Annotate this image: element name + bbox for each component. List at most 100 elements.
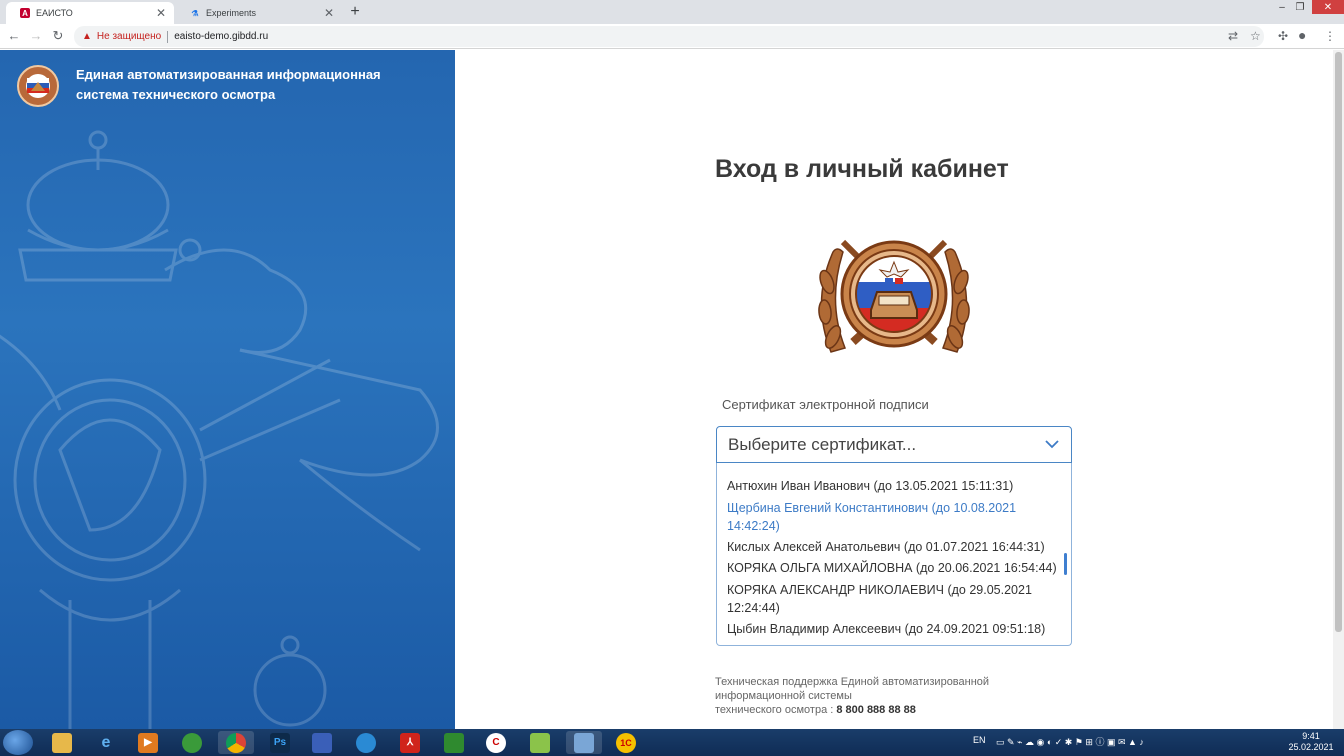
media-taskbar-button[interactable]: ▶ (130, 731, 166, 754)
back-icon[interactable]: ← (6, 28, 22, 43)
extensions-icon[interactable]: ✣ (1278, 29, 1288, 43)
tab-title: ЕАИСТО (36, 8, 73, 18)
cert-label: Сертификат электронной подписи (722, 397, 929, 412)
support-line2: информационной системы (715, 690, 852, 702)
network-app-icon (574, 732, 594, 753)
chrome-icon (226, 732, 246, 753)
option-text: Кислых Алексей Анатольевич (до 01.07.202… (727, 540, 1045, 554)
system-title-line2: система технического осмотра (76, 87, 276, 102)
support-phone[interactable]: 8 800 888 88 88 (836, 704, 916, 716)
login-panel: Вход в личный кабинет Сертификат электро… (455, 50, 1333, 729)
translate-icon[interactable]: ⇄ (1228, 29, 1238, 43)
system-title-line1: Единая автоматизированная информационная (76, 67, 381, 82)
floppy-disk-icon (312, 732, 332, 753)
folder-icon (52, 732, 72, 753)
app-taskbar-button[interactable] (174, 731, 210, 754)
sidebar-panel: Единая автоматизированная информационная… (0, 50, 455, 729)
explorer-taskbar-button[interactable] (44, 731, 80, 754)
page-title: Вход в личный кабинет (715, 155, 1009, 183)
save-taskbar-button[interactable] (304, 731, 340, 754)
network-taskbar-button[interactable] (566, 731, 602, 754)
list-item[interactable]: Цыбин Владимир Алексеевич (до 24.09.2021… (727, 620, 1062, 638)
certificate-select[interactable]: Выберите сертификат... (716, 426, 1072, 463)
clipped-option-remnant: ‒ ‒ ‒ ‒ (727, 463, 1057, 467)
photoshop-icon: Ps (270, 732, 290, 753)
windows-taskbar: e ▶ Ps ⅄ C 1C EN ▭ ✎ ⌁ ☁ ◉ ◐ ✓ ✱ ⚑ ⊞ ⓘ ▣… (0, 729, 1344, 756)
ccleaner-taskbar-button[interactable]: C (478, 731, 514, 754)
option-text-cont: 14:42:24) (727, 519, 780, 533)
option-text: КОРЯКА АЛЕКСАНДР НИКОЛАЕВИЧ (до 29.05.20… (727, 583, 1032, 597)
experiments-favicon-icon: ⚗ (191, 8, 199, 18)
support-label: технического осмотра : (715, 704, 837, 716)
system-clock[interactable]: 9:41 25.02.2021 (1288, 731, 1334, 753)
scrollbar-thumb[interactable] (1335, 52, 1342, 632)
archive-taskbar-button[interactable] (436, 731, 472, 754)
dropdown-scrollbar[interactable] (1064, 553, 1067, 575)
profile-avatar-icon[interactable]: ● (1298, 27, 1306, 43)
tab-eaisto[interactable]: A ЕАИСТО ✕ (6, 2, 174, 24)
chat-icon (356, 732, 376, 753)
chart-taskbar-button[interactable] (522, 731, 558, 754)
language-indicator[interactable]: EN (973, 735, 986, 745)
support-line1: Техническая поддержка Единой автоматизир… (715, 676, 990, 688)
clock-date: 25.02.2021 (1288, 742, 1334, 752)
list-item[interactable]: Антюхин Иван Иванович (до 13.05.2021 15:… (727, 477, 1062, 495)
tray-icons[interactable]: ▭ ✎ ⌁ ☁ ◉ ◐ ✓ ✱ ⚑ ⊞ ⓘ ▣ ✉ ▲ ♪ (996, 735, 1144, 748)
1c-enterprise-icon: 1C (616, 732, 636, 753)
photoshop-taskbar-button[interactable]: Ps (262, 731, 298, 754)
chart-app-icon (530, 732, 550, 753)
warning-icon: ▲ (82, 31, 92, 42)
address-bar[interactable]: ▲ Не защищено eaisto-demo.gibdd.ru (74, 26, 1264, 47)
start-button[interactable] (3, 730, 33, 755)
pdf-taskbar-button[interactable]: ⅄ (392, 731, 428, 754)
url-text[interactable]: eaisto-demo.gibdd.ru (174, 31, 268, 42)
cleaner-icon: C (486, 732, 506, 753)
close-tab-icon[interactable]: ✕ (324, 6, 334, 20)
close-tab-icon[interactable]: ✕ (156, 6, 166, 20)
system-title: Единая автоматизированная информационная… (76, 65, 436, 105)
angular-favicon-icon: A (20, 8, 30, 18)
green-app-icon (182, 732, 202, 753)
select-placeholder: Выберите сертификат... (728, 434, 917, 454)
clock-time: 9:41 (1302, 731, 1320, 741)
new-tab-button[interactable]: + (345, 3, 365, 21)
traffic-police-badge-icon (818, 239, 970, 353)
support-info: Техническая поддержка Единой автоматизир… (715, 675, 1035, 717)
security-status[interactable]: Не защищено (97, 31, 161, 42)
archive-icon (444, 732, 464, 753)
list-item-highlighted[interactable]: Щербина Евгений Константинович (до 10.08… (727, 499, 1062, 535)
list-item[interactable]: КОРЯКА ОЛЬГА МИХАЙЛОВНА (до 20.06.2021 1… (727, 559, 1062, 577)
messenger-taskbar-button[interactable] (348, 731, 384, 754)
restore-icon[interactable]: ❐ (1292, 0, 1308, 14)
ie-taskbar-button[interactable]: e (88, 731, 124, 754)
option-text-cont: 12:24:44) (727, 601, 780, 615)
chrome-taskbar-button[interactable] (218, 731, 254, 754)
list-item[interactable]: КОРЯКА АЛЕКСАНДР НИКОЛАЕВИЧ (до 29.05.20… (727, 581, 1062, 617)
tab-title: Experiments (206, 8, 257, 18)
option-text: КОРЯКА ОЛЬГА МИХАЙЛОВНА (до 20.06.2021 1… (727, 561, 1057, 575)
option-text: Цыбин Владимир Алексеевич (до 24.09.2021… (727, 622, 1046, 636)
divider (167, 30, 169, 43)
chevron-down-icon[interactable] (1043, 435, 1061, 453)
certificate-dropdown-list: ‒ ‒ ‒ ‒ Антюхин Иван Иванович (до 13.05.… (716, 463, 1072, 646)
gibdd-logo-icon (17, 65, 59, 107)
internet-explorer-icon: e (101, 733, 111, 751)
pdf-reader-icon: ⅄ (400, 732, 420, 753)
option-text: Щербина Евгений Константинович (до 10.08… (727, 501, 1017, 515)
coat-of-arms-watermark-icon (0, 130, 439, 729)
bookmark-star-icon[interactable]: ☆ (1250, 29, 1261, 43)
reload-icon[interactable]: ↻ (50, 28, 66, 44)
window-close-icon[interactable]: ✕ (1312, 0, 1344, 14)
page-scrollbar[interactable] (1333, 50, 1344, 729)
address-toolbar: ← → ↻ ▲ Не защищено eaisto-demo.gibdd.ru… (0, 24, 1344, 49)
option-text: Антюхин Иван Иванович (до 13.05.2021 15:… (727, 479, 1014, 493)
menu-kebab-icon[interactable]: ⋮ (1324, 29, 1336, 43)
list-item[interactable]: Кислых Алексей Анатольевич (до 01.07.202… (727, 538, 1062, 556)
browser-tab-strip: A ЕАИСТО ✕ ⚗ Experiments ✕ + ‒ ❐ ✕ (0, 0, 1344, 24)
minimize-icon[interactable]: ‒ (1274, 0, 1290, 14)
support-line3: технического осмотра : 8 800 888 88 88 (715, 703, 1035, 717)
media-player-icon: ▶ (138, 732, 158, 753)
1c-taskbar-button[interactable]: 1C (608, 731, 644, 754)
tab-experiments[interactable]: ⚗ Experiments ✕ (176, 2, 342, 24)
forward-icon[interactable]: → (28, 28, 44, 43)
